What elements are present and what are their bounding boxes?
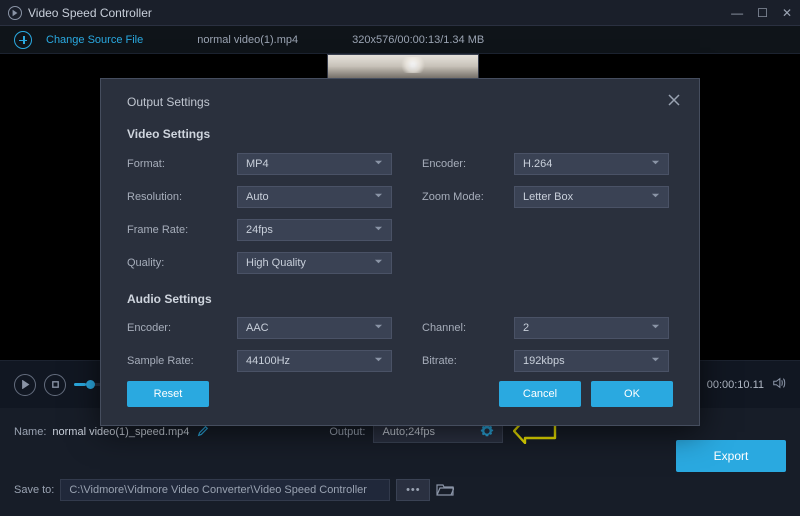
output-name-value: normal video(1)_speed.mp4 — [52, 426, 189, 438]
chevron-down-icon — [374, 224, 383, 236]
video-encoder-label: Encoder: — [422, 158, 514, 170]
zoom-mode-select[interactable]: Letter Box — [514, 186, 669, 208]
audio-settings-heading: Audio Settings — [127, 292, 673, 306]
saveto-browse-button[interactable]: ••• — [396, 479, 430, 501]
window-maximize-icon[interactable]: ☐ — [757, 6, 768, 20]
name-label: Name: — [14, 426, 46, 438]
zoom-mode-label: Zoom Mode: — [422, 191, 514, 203]
edit-name-icon[interactable] — [197, 425, 209, 440]
export-button[interactable]: Export — [676, 440, 786, 472]
window-close-icon[interactable]: ✕ — [782, 6, 792, 20]
dialog-title: Output Settings — [127, 95, 673, 109]
output-settings-dialog: Output Settings Video Settings Format: M… — [100, 78, 700, 426]
resolution-select[interactable]: Auto — [237, 186, 392, 208]
quality-label: Quality: — [127, 257, 237, 269]
app-logo-icon — [8, 6, 22, 20]
video-settings-heading: Video Settings — [127, 127, 673, 141]
resolution-label: Resolution: — [127, 191, 237, 203]
stop-button[interactable] — [44, 374, 66, 396]
bitrate-label: Bitrate: — [422, 355, 514, 367]
chevron-down-icon — [651, 158, 660, 170]
format-label: Format: — [127, 158, 237, 170]
format-select[interactable]: MP4 — [237, 153, 392, 175]
source-filename: normal video(1).mp4 — [197, 34, 298, 46]
saveto-label: Save to: — [14, 484, 54, 496]
chevron-down-icon — [374, 257, 383, 269]
audio-encoder-select[interactable]: AAC — [237, 317, 392, 339]
volume-icon[interactable] — [772, 376, 786, 393]
app-title: Video Speed Controller — [28, 6, 152, 20]
cancel-button[interactable]: Cancel — [499, 381, 581, 407]
source-row: Change Source File normal video(1).mp4 3… — [0, 26, 800, 54]
window-minimize-icon[interactable]: — — [731, 6, 743, 20]
time-display: 00:00:10.11 — [707, 379, 764, 391]
add-source-icon[interactable] — [14, 31, 32, 49]
chevron-down-icon — [374, 191, 383, 203]
video-encoder-select[interactable]: H.264 — [514, 153, 669, 175]
channel-label: Channel: — [422, 322, 514, 334]
output-settings-gear-icon[interactable] — [480, 424, 494, 441]
audio-encoder-label: Encoder: — [127, 322, 237, 334]
framerate-select[interactable]: 24fps — [237, 219, 392, 241]
export-button-label: Export — [714, 449, 749, 463]
ok-button[interactable]: OK — [591, 381, 673, 407]
channel-select[interactable]: 2 — [514, 317, 669, 339]
reset-button[interactable]: Reset — [127, 381, 209, 407]
chevron-down-icon — [651, 191, 660, 203]
dialog-close-icon[interactable] — [667, 93, 681, 110]
chevron-down-icon — [374, 322, 383, 334]
title-bar: Video Speed Controller — ☐ ✕ — [0, 0, 800, 26]
chevron-down-icon — [651, 322, 660, 334]
open-folder-icon[interactable] — [436, 482, 454, 499]
framerate-label: Frame Rate: — [127, 224, 237, 236]
chevron-down-icon — [374, 355, 383, 367]
play-button[interactable] — [14, 374, 36, 396]
saveto-path[interactable]: C:\Vidmore\Vidmore Video Converter\Video… — [60, 479, 390, 501]
chevron-down-icon — [374, 158, 383, 170]
bitrate-select[interactable]: 192kbps — [514, 350, 669, 372]
quality-select[interactable]: High Quality — [237, 252, 392, 274]
output-label: Output: — [329, 426, 365, 438]
source-info: 320x576/00:00:13/1.34 MB — [352, 34, 484, 46]
output-format-value: Auto;24fps — [382, 426, 435, 438]
samplerate-select[interactable]: 44100Hz — [237, 350, 392, 372]
chevron-down-icon — [651, 355, 660, 367]
change-source-link[interactable]: Change Source File — [46, 34, 143, 46]
samplerate-label: Sample Rate: — [127, 355, 237, 367]
